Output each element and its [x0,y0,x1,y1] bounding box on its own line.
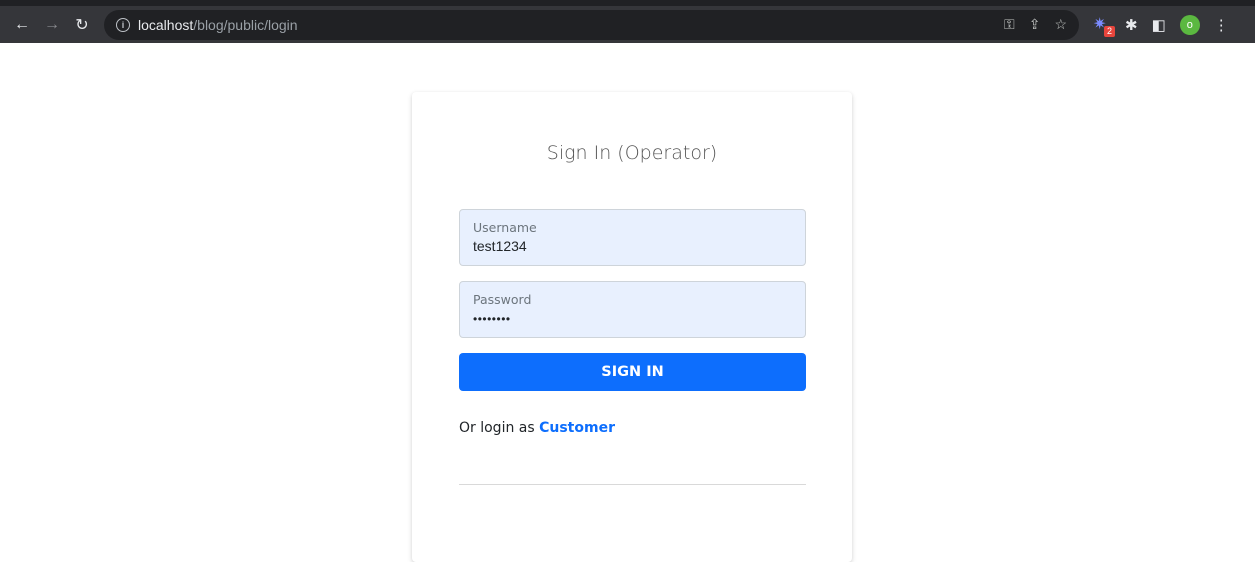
extension-badge: 2 [1104,25,1115,37]
url-path: /blog/public/login [193,16,298,33]
back-icon[interactable]: ← [10,13,34,37]
alternate-login-prefix: Or login as [459,420,535,436]
sign-in-button[interactable]: SIGN IN [459,353,806,391]
key-icon[interactable]: ⚿ [1004,16,1015,33]
login-card: Sign In (Operator) Username test1234 Pas… [412,92,852,562]
alternate-login: Or login as Customer [459,420,615,436]
reload-icon[interactable]: ↻ [70,13,94,37]
username-label: Username [473,220,537,235]
profile-avatar[interactable]: o [1179,14,1200,35]
kebab-menu-icon[interactable]: ⋮ [1214,16,1229,34]
password-label: Password [473,292,532,307]
password-field[interactable]: Password •••••••• [459,281,806,338]
forward-icon[interactable]: → [40,13,64,37]
bookmark-star-icon[interactable]: ☆ [1054,16,1067,33]
username-field[interactable]: Username test1234 [459,209,806,266]
password-input[interactable]: •••••••• [473,312,792,326]
side-panel-icon[interactable]: ◧ [1152,16,1166,34]
username-input[interactable]: test1234 [473,238,792,254]
url-host: localhost [138,16,194,33]
share-icon[interactable]: ⇪ [1029,16,1041,33]
page-title: Sign In (Operator) [546,142,718,164]
site-info-icon[interactable]: i [116,17,130,32]
customer-login-link[interactable]: Customer [539,420,615,436]
divider [459,484,806,485]
puzzle-icon[interactable]: ✱ [1125,16,1138,34]
address-bar[interactable]: i localhost/blog/public/login ⚿ ⇪ ☆ [104,9,1079,40]
browser-toolbar: ← → ↻ i localhost/blog/public/login ⚿ ⇪ … [0,0,1255,43]
extension-icon[interactable]: ✷ 2 [1093,16,1115,37]
